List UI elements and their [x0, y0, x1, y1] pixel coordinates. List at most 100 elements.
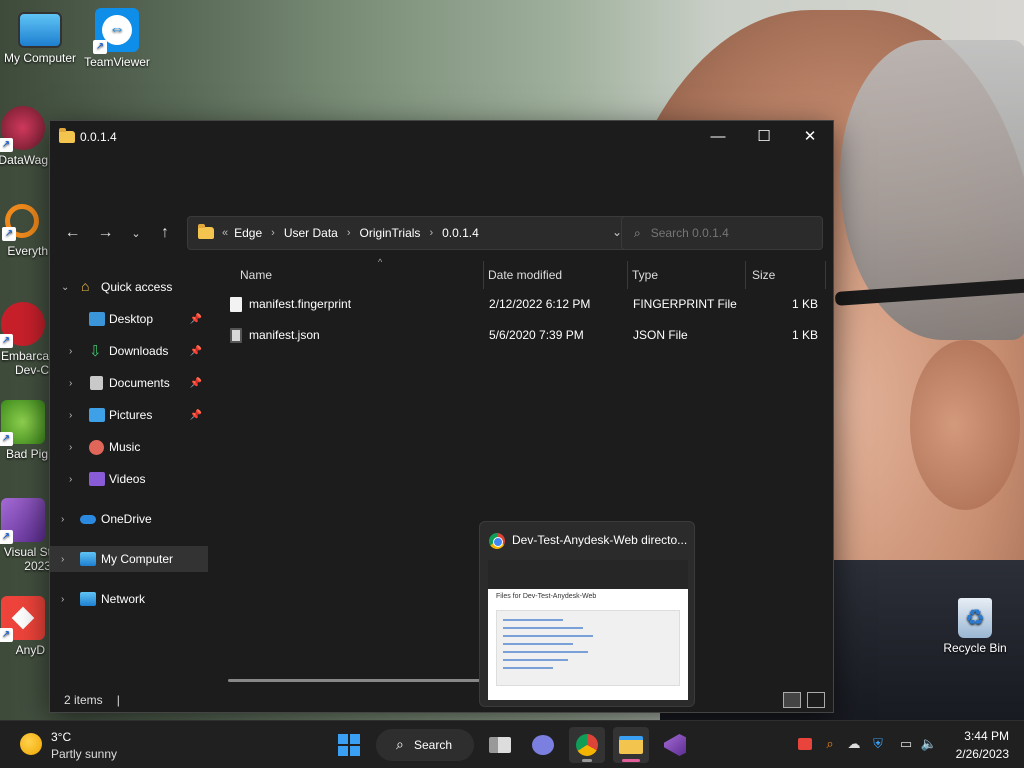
start-button[interactable]	[338, 734, 360, 756]
visual-studio-taskbar-button[interactable]	[657, 727, 693, 763]
nav-item-network[interactable]: › Network	[50, 586, 208, 612]
chevron-right-icon[interactable]: ›	[69, 474, 72, 485]
file-explorer-window[interactable]: 0.0.1.4 — ☐ ✕ ← → ⌄ ↑ « Edge › User Data…	[49, 120, 834, 713]
cloud-icon	[80, 514, 96, 524]
column-header-type[interactable]: Type	[626, 261, 746, 289]
column-header-name[interactable]: ^ Name	[234, 257, 484, 289]
desktop-icon-recycle-bin[interactable]: ♻ Recycle Bin	[935, 598, 1015, 655]
windows-security-icon[interactable]: ⛨	[869, 735, 887, 753]
breadcrumb-user-data[interactable]: User Data	[284, 226, 338, 240]
preview-title: Dev-Test-Anydesk-Web directo...	[512, 533, 688, 547]
breadcrumb-origin-trials[interactable]: OriginTrials	[360, 226, 421, 240]
file-row[interactable]: manifest.fingerprint 2/12/2022 6:12 PM F…	[212, 289, 832, 319]
breadcrumb-separator-icon[interactable]: ›	[347, 227, 351, 239]
nav-item-label: Documents	[109, 376, 170, 390]
close-button[interactable]: ✕	[787, 121, 833, 151]
chevron-down-icon[interactable]: ⌄	[61, 282, 69, 293]
address-bar[interactable]: « Edge › User Data › OriginTrials › 0.0.…	[187, 216, 659, 250]
folder-icon	[619, 736, 643, 754]
monitor-icon	[18, 12, 62, 48]
breadcrumb-current[interactable]: 0.0.1.4	[442, 226, 479, 240]
desktop-icon-teamviewer[interactable]: ⇔ ↗ TeamViewer	[77, 8, 157, 69]
file-row[interactable]: manifest.json 5/6/2020 7:39 PM JSON File…	[212, 320, 832, 350]
everything-tray-icon[interactable]: ⌕	[821, 735, 839, 753]
file-explorer-taskbar-button[interactable]	[613, 727, 649, 763]
pin-icon[interactable]: 📌	[190, 378, 202, 389]
chrome-icon	[576, 734, 598, 756]
breadcrumb-edge[interactable]: Edge	[234, 226, 262, 240]
title-bar[interactable]: 0.0.1.4 — ☐ ✕	[50, 121, 833, 153]
breadcrumb-separator-icon[interactable]: ›	[429, 227, 433, 239]
chevron-right-icon[interactable]: ›	[69, 378, 72, 389]
chevron-right-icon[interactable]: ›	[69, 442, 72, 453]
weather-description[interactable]: Partly sunny	[51, 747, 117, 761]
chevron-right-icon[interactable]: ›	[69, 346, 72, 357]
network-icon[interactable]: ▭	[897, 735, 915, 753]
desktop-icon-label: TeamViewer	[84, 55, 150, 69]
column-header-label: Name	[240, 268, 273, 282]
taskbar-thumbnail-preview[interactable]: Dev-Test-Anydesk-Web directo... Files fo…	[479, 521, 695, 707]
nav-item-my-computer[interactable]: › My Computer	[50, 546, 208, 572]
nav-item-label: Videos	[109, 472, 146, 486]
videos-icon	[89, 472, 105, 486]
item-count: 2 items	[64, 693, 103, 707]
chrome-taskbar-button[interactable]	[569, 727, 605, 763]
preview-browser-toolbar	[488, 560, 688, 589]
preview-screen[interactable]: Files for Dev-Test-Anydesk-Web	[488, 560, 688, 700]
pin-icon[interactable]: 📌	[190, 410, 202, 421]
details-view-icon[interactable]	[783, 692, 801, 708]
pin-icon[interactable]: 📌	[190, 314, 202, 325]
chevron-right-icon[interactable]: ›	[61, 554, 64, 565]
anydesk-icon: ↗	[0, 596, 45, 642]
pin-icon[interactable]: 📌	[190, 346, 202, 357]
column-header-size[interactable]: Size	[746, 261, 826, 289]
nav-item-pictures[interactable]: › Pictures 📌	[50, 402, 208, 428]
nav-item-desktop[interactable]: Desktop 📌	[50, 306, 208, 332]
nav-item-onedrive[interactable]: › OneDrive	[50, 506, 208, 532]
recycle-bin-icon: ♻	[958, 598, 992, 638]
breadcrumb-separator-icon[interactable]: ›	[271, 227, 275, 239]
nav-item-music[interactable]: › Music	[50, 434, 208, 460]
document-icon	[90, 376, 103, 390]
column-header-label: Type	[632, 268, 659, 282]
desktop-icon-my-computer[interactable]: My Computer	[0, 8, 80, 65]
taskbar-search-button[interactable]: ⌕ Search	[376, 729, 474, 761]
chevron-right-icon[interactable]: ›	[69, 410, 72, 421]
anydesk-tray-icon[interactable]	[796, 735, 814, 753]
nav-item-downloads[interactable]: › ⇩ Downloads 📌	[50, 338, 208, 364]
weather-partly-sunny-icon[interactable]	[20, 733, 42, 755]
desktop-folder-icon	[89, 312, 105, 326]
teams-chat-button[interactable]	[525, 727, 561, 763]
chevron-right-icon[interactable]: ›	[61, 594, 64, 605]
weather-temperature[interactable]: 3°C	[51, 730, 71, 744]
file-icon	[230, 297, 242, 312]
maximize-button[interactable]: ☐	[741, 121, 787, 151]
minimize-button[interactable]: —	[695, 121, 741, 151]
window-title: 0.0.1.4	[80, 130, 117, 144]
chevron-right-icon[interactable]: ›	[61, 514, 64, 525]
chrome-icon	[489, 533, 505, 549]
clock-date[interactable]: 2/26/2023	[956, 747, 1009, 761]
forward-arrow-icon[interactable]: →	[89, 218, 122, 248]
everything-search-icon: ↗	[2, 204, 39, 241]
onedrive-offline-icon[interactable]: ☁	[845, 735, 863, 753]
column-header-date[interactable]: Date modified	[482, 261, 628, 289]
back-arrow-icon[interactable]: ←	[56, 218, 89, 248]
home-icon: ⌂	[81, 278, 90, 294]
command-bar	[50, 153, 833, 213]
nav-item-documents[interactable]: › Documents 📌	[50, 370, 208, 396]
clock-time[interactable]: 3:44 PM	[964, 729, 1009, 743]
nav-item-label: Music	[109, 440, 141, 454]
up-arrow-icon[interactable]: ↑	[150, 218, 180, 248]
breadcrumb-overflow[interactable]: «	[222, 227, 228, 239]
nav-item-videos[interactable]: › Videos	[50, 466, 208, 492]
recent-locations-chevron-icon[interactable]: ⌄	[122, 218, 150, 248]
task-view-button[interactable]	[482, 727, 518, 763]
large-icons-view-icon[interactable]	[807, 692, 825, 708]
nav-item-quick-access[interactable]: ⌄ ⌂ Quick access	[50, 274, 208, 300]
search-input[interactable]	[650, 226, 801, 240]
folder-icon	[59, 128, 75, 143]
json-file-icon	[230, 328, 242, 343]
search-box[interactable]: ⌕	[621, 216, 823, 250]
volume-icon[interactable]: 🔈	[920, 735, 938, 753]
